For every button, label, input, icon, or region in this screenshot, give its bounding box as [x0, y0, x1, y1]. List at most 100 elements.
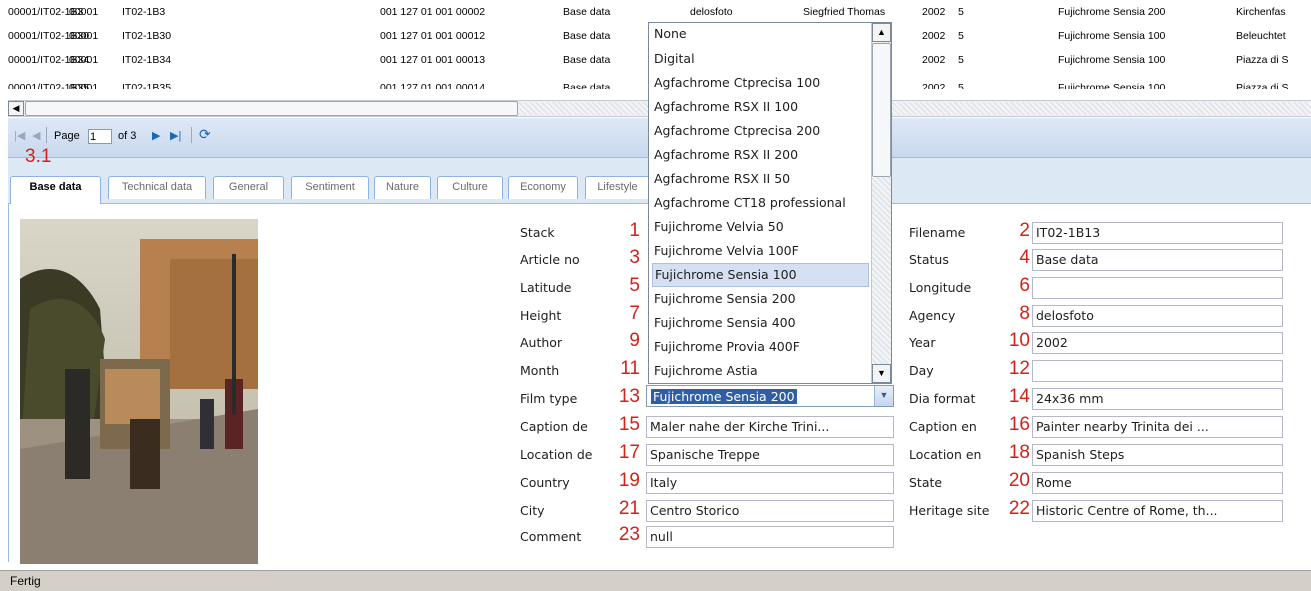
- annotation-marker: 8: [1019, 303, 1030, 324]
- year-label: Year: [909, 335, 936, 350]
- scroll-left-arrow-icon[interactable]: ◀: [8, 101, 24, 116]
- heritage-field[interactable]: Historic Centre of Rome, th...: [1032, 500, 1283, 522]
- table-row[interactable]: 00001/IT02-1B3 00001 IT02-1B3 001 127 01 00…: [0, 0, 1311, 24]
- tab-general[interactable]: General: [213, 176, 284, 199]
- tab-lifestyle[interactable]: Lifestyle: [585, 176, 650, 199]
- author-label: Author: [520, 335, 563, 350]
- dropdown-option[interactable]: Agfachrome CT18 professional: [652, 191, 869, 215]
- dropdown-option[interactable]: Agfachrome Ctprecisa 200: [652, 119, 869, 143]
- state-field[interactable]: Rome: [1032, 472, 1283, 494]
- table-cell-stack: 00001: [69, 82, 99, 89]
- location-de-field[interactable]: Spanische Treppe: [646, 444, 894, 466]
- dropdown-option[interactable]: Fujichrome Sensia 200: [652, 287, 869, 311]
- tab-culture[interactable]: Culture: [437, 176, 503, 199]
- table-cell-status: Base data: [563, 30, 611, 42]
- dropdown-option[interactable]: Agfachrome RSX II 100: [652, 95, 869, 119]
- scrollbar-track[interactable]: [519, 102, 1311, 115]
- dropdown-option[interactable]: None: [652, 23, 869, 46]
- previous-page-icon[interactable]: ◀: [32, 129, 40, 142]
- table-cell-author: Siegfried Thomas: [803, 6, 886, 18]
- annotation-marker: 17: [618, 442, 640, 463]
- annotation-marker: 18: [1008, 442, 1030, 463]
- longitude-field[interactable]: [1032, 277, 1283, 299]
- month-label: Month: [520, 363, 560, 378]
- table-cell-caption: Piazza di S: [1236, 54, 1289, 66]
- tab-nature[interactable]: Nature: [374, 176, 431, 199]
- dropdown-option[interactable]: Agfachrome Ctprecisa 100: [652, 71, 869, 95]
- annotation-marker: 14: [1008, 386, 1030, 407]
- table-cell-film: Fujichrome Sensia 100: [1058, 54, 1166, 66]
- table-cell-month: 5: [958, 54, 964, 66]
- first-page-icon[interactable]: |◀: [14, 129, 25, 142]
- toolbar-separator: [46, 127, 47, 143]
- annotation-marker: 2: [1019, 220, 1030, 241]
- table-cell-file: IT02-1B35: [122, 82, 172, 89]
- table-cell-year: 2002: [922, 54, 946, 66]
- day-field[interactable]: [1032, 360, 1283, 382]
- annotation-marker: 19: [618, 470, 640, 491]
- table-cell-status: Base data: [563, 6, 611, 18]
- dropdown-option[interactable]: Fujichrome Astia: [652, 359, 869, 383]
- caption-en-field[interactable]: Painter nearby Trinita dei ...: [1032, 416, 1283, 438]
- annotation-marker: 9: [629, 330, 640, 351]
- table-cell-year: 2002: [922, 6, 946, 18]
- film-type-combo[interactable]: Fujichrome Sensia 200 ▼: [646, 385, 894, 407]
- tab-economy[interactable]: Economy: [508, 176, 578, 199]
- scrollbar-thumb[interactable]: [25, 101, 518, 116]
- dia-field[interactable]: 24x36 mm: [1032, 388, 1283, 410]
- agency-field[interactable]: delosfoto: [1032, 305, 1283, 327]
- city-field[interactable]: Centro Storico: [646, 500, 894, 522]
- dropdown-option[interactable]: Fujichrome Sensia 400: [652, 311, 869, 335]
- page-number-input[interactable]: [88, 129, 112, 144]
- scroll-up-arrow-icon[interactable]: ▲: [872, 23, 891, 42]
- table-cell-status: Base data: [563, 82, 611, 89]
- table-cell-month: 5: [958, 30, 964, 42]
- state-label: State: [909, 475, 943, 490]
- filename-field[interactable]: IT02-1B13: [1032, 222, 1283, 244]
- scroll-down-arrow-icon[interactable]: ▼: [872, 364, 891, 383]
- country-field[interactable]: Italy: [646, 472, 894, 494]
- table-cell-month: 5: [958, 6, 964, 18]
- refresh-icon[interactable]: ⟳: [199, 126, 211, 143]
- chevron-down-icon[interactable]: ▼: [874, 386, 893, 406]
- tab-sentiment[interactable]: Sentiment: [291, 176, 369, 199]
- dropdown-option[interactable]: Fujichrome Sensia 100: [652, 263, 869, 287]
- dropdown-option[interactable]: Fujichrome Velvia 100F: [652, 239, 869, 263]
- table-cell-stack: 00001: [69, 54, 99, 66]
- stack-label: Stack: [520, 225, 555, 240]
- year-field[interactable]: 2002: [1032, 332, 1283, 354]
- comment-field[interactable]: null: [646, 526, 894, 548]
- last-page-icon[interactable]: ▶|: [170, 129, 181, 142]
- table-cell-caption: Beleuchtet: [1236, 30, 1286, 42]
- dropdown-option[interactable]: Fujichrome Provia 400F: [652, 335, 869, 359]
- annotation-marker: 3.1: [25, 146, 52, 167]
- dropdown-option[interactable]: Fujichrome Velvia 50: [652, 215, 869, 239]
- table-cell-film: Fujichrome Sensia 100: [1058, 30, 1166, 42]
- table-cell-caption: Kirchenfas: [1236, 6, 1286, 18]
- tab-base-data[interactable]: Base data: [10, 176, 101, 204]
- height-label: Height: [520, 308, 562, 323]
- dropdown-vertical-scrollbar[interactable]: ▲ ▼: [871, 23, 891, 383]
- scrollbar-thumb[interactable]: [872, 43, 891, 177]
- film-type-dropdown-list[interactable]: None Digital Agfachrome Ctprecisa 100 Agfac…: [648, 22, 892, 384]
- caption-de-field[interactable]: Maler nahe der Kirche Trini...: [646, 416, 894, 438]
- photo-preview: [20, 219, 258, 564]
- annotation-marker: 16: [1008, 414, 1030, 435]
- dropdown-option[interactable]: Digital: [652, 47, 869, 71]
- table-cell-stack: 00001: [69, 6, 99, 18]
- status-field[interactable]: Base data: [1032, 249, 1283, 271]
- table-cell-file: IT02-1B3: [122, 6, 166, 18]
- annotation-marker: 4: [1019, 247, 1030, 268]
- annotation-marker: 12: [1008, 358, 1030, 379]
- next-page-icon[interactable]: ▶: [152, 129, 160, 142]
- table-cell-file: IT02-1B34: [122, 54, 172, 66]
- location-en-field[interactable]: Spanish Steps: [1032, 444, 1283, 466]
- annotation-marker: 10: [1008, 330, 1030, 351]
- dropdown-option[interactable]: Agfachrome RSX II 50: [652, 167, 869, 191]
- annotation-marker: 1: [629, 220, 640, 241]
- tab-technical-data[interactable]: Technical data: [108, 176, 206, 199]
- page-count-label: of 3: [118, 130, 137, 142]
- table-cell-agency: delosfoto: [690, 6, 733, 18]
- table-cell-film: Fujichrome Sensia 200: [1058, 6, 1166, 18]
- dropdown-option[interactable]: Agfachrome RSX II 200: [652, 143, 869, 167]
